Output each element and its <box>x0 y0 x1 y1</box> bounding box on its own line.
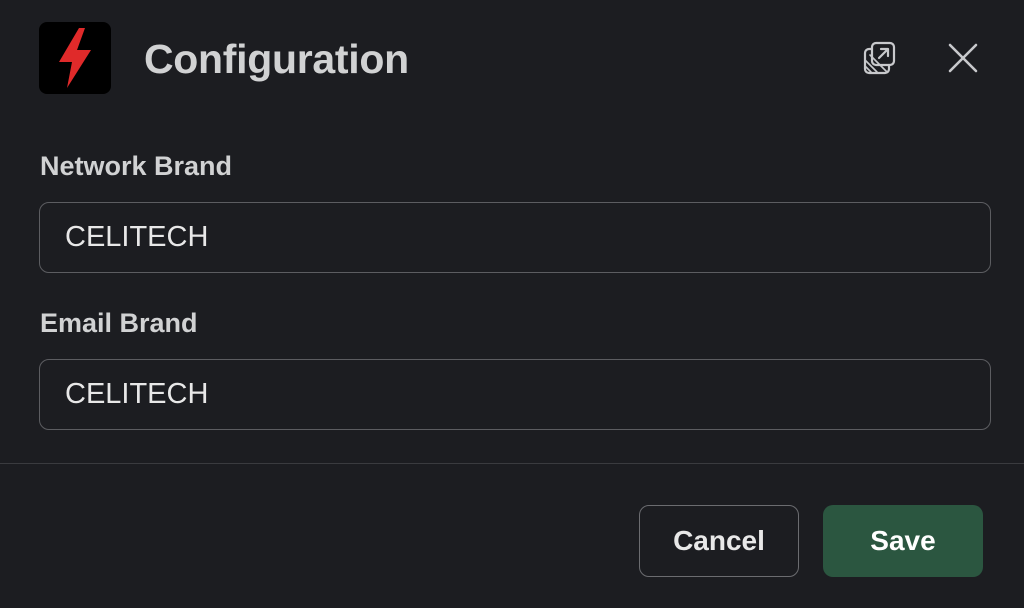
popout-button[interactable] <box>857 36 901 80</box>
configuration-dialog: Configuration Network Brand Email Brand … <box>0 0 1024 608</box>
dialog-title: Configuration <box>144 36 409 82</box>
cancel-button[interactable]: Cancel <box>639 505 799 577</box>
close-icon <box>948 43 978 73</box>
open-in-new-window-icon <box>863 41 896 75</box>
app-logo <box>39 22 111 94</box>
dialog-header: Configuration <box>0 0 1024 118</box>
network-brand-label: Network Brand <box>40 151 233 181</box>
network-brand-input[interactable] <box>39 202 991 273</box>
email-brand-input[interactable] <box>39 359 991 430</box>
lightning-bolt-icon <box>59 28 91 88</box>
save-button[interactable]: Save <box>823 505 983 577</box>
email-brand-label: Email Brand <box>40 308 198 338</box>
close-button[interactable] <box>941 36 985 80</box>
footer-divider <box>0 463 1024 464</box>
